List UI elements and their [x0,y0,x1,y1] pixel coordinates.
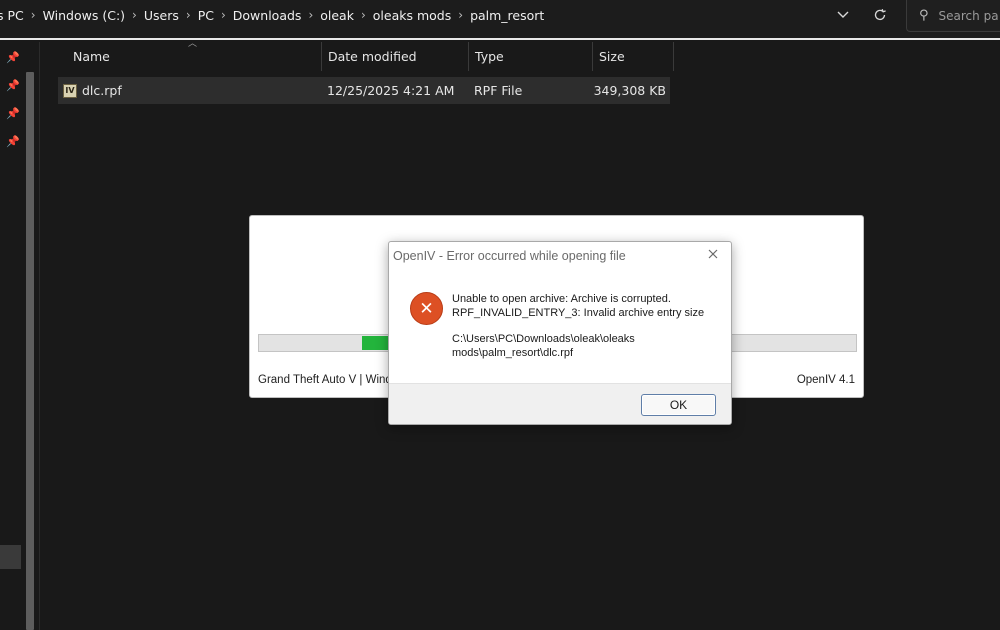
close-button[interactable] [705,246,721,264]
breadcrumb-this-pc[interactable]: s PC [0,8,28,23]
column-header-size[interactable]: Size [593,42,674,71]
chevron-down-icon [837,11,849,18]
column-header-date-label: Date modified [328,49,417,64]
error-dialog: OpenIV - Error occurred while opening fi… [388,241,732,425]
chevron-right-icon[interactable]: › [183,8,194,22]
column-header-size-label: Size [599,49,625,64]
refresh-icon [874,8,886,21]
chevron-right-icon[interactable]: › [129,8,140,22]
file-row[interactable]: IV dlc.rpf 12/25/2025 4:21 AM RPF File 3… [58,77,670,104]
pin-icon[interactable]: 📌 [5,107,21,123]
search-box[interactable]: ⚲ [906,0,1000,32]
chevron-right-icon[interactable]: › [28,8,39,22]
file-path-line: C:\Users\PC\Downloads\oleak\oleaks [452,333,635,345]
version-label: OpenIV 4.1 [796,374,855,386]
close-icon [708,249,718,259]
file-date-modified: 12/25/2025 4:21 AM [327,83,455,98]
dialog-title: OpenIV - Error occurred while opening fi… [393,249,626,263]
chevron-right-icon[interactable]: › [305,8,316,22]
error-message: Unable to open archive: Archive is corru… [452,293,722,360]
column-header-date[interactable]: Date modified [322,42,469,71]
error-icon: ✕ [410,292,443,325]
game-label: Grand Theft Auto V | Windo [258,374,399,386]
column-header-type-label: Type [475,49,504,64]
breadcrumb-palm-resort[interactable]: palm_resort [466,8,548,23]
breadcrumb-oleak[interactable]: oleak [316,8,358,23]
pin-icon[interactable]: 📌 [5,135,21,151]
column-header-type[interactable]: Type [469,42,593,71]
column-header-name[interactable]: ︿ Name [58,39,322,71]
selected-nav-item[interactable] [0,545,21,569]
pin-icon[interactable]: 📌 [5,51,21,67]
error-message-line: RPF_INVALID_ENTRY_3: Invalid archive ent… [452,306,705,319]
breadcrumb[interactable]: s PC › Windows (C:) › Users › PC › Downl… [0,0,548,30]
breadcrumb-pc[interactable]: PC [194,8,218,23]
search-input[interactable] [938,8,1000,23]
message-spacer [452,320,722,333]
search-icon: ⚲ [919,8,929,23]
address-dropdown-button[interactable] [830,4,856,26]
ok-button[interactable]: OK [641,394,716,416]
breadcrumb-windows-c[interactable]: Windows (C:) [39,8,129,23]
column-headers: ︿ Name Date modified Type Size [58,39,674,71]
openiv-file-icon: IV [63,83,77,98]
breadcrumb-oleaks-mods[interactable]: oleaks mods [369,8,455,23]
column-header-name-label: Name [73,49,110,64]
address-bar: s PC › Windows (C:) › Users › PC › Downl… [0,0,1000,40]
dialog-button-bar: OK [389,383,731,424]
file-size: 349,308 KB [593,83,666,98]
chevron-right-icon[interactable]: › [358,8,369,22]
file-type: RPF File [474,83,523,98]
chevron-right-icon[interactable]: › [218,8,229,22]
navigation-pane: 📌 📌 📌 📌 [0,42,40,630]
breadcrumb-users[interactable]: Users [140,8,183,23]
error-message-line: Unable to open archive: Archive is corru… [452,293,671,305]
navigation-scrollbar[interactable] [26,72,34,630]
refresh-button[interactable] [867,4,893,26]
pin-icon[interactable]: 📌 [5,79,21,95]
file-path-line: mods\palm_resort\dlc.rpf [452,346,574,359]
file-name: dlc.rpf [82,83,122,98]
sort-ascending-icon: ︿ [188,39,198,49]
breadcrumb-downloads[interactable]: Downloads [229,8,306,23]
chevron-right-icon[interactable]: › [455,8,466,22]
